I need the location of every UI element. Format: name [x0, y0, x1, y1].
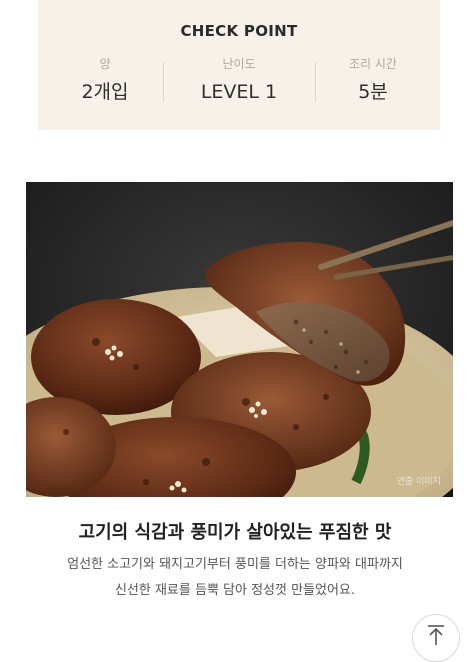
description-line: 엄선한 소고기와 돼지고기부터 풍미를 더하는 양파와 대파까지 — [67, 557, 403, 572]
cook-time-label: 조리 시간 — [349, 57, 397, 71]
check-point-difficulty: 난이도 LEVEL 1 — [172, 56, 306, 104]
arrow-up-to-line-icon — [428, 625, 444, 645]
check-point-cook-time: 조리 시간 5분 — [306, 56, 440, 104]
product-photo: 연출 이미지 — [26, 182, 453, 497]
divider — [163, 62, 164, 102]
photo-caption: 연출 이미지 — [396, 477, 441, 487]
scroll-to-top-button[interactable] — [412, 614, 460, 662]
product-headline: 고기의 식감과 풍미가 살아있는 푸짐한 맛 — [78, 522, 392, 543]
amount-value: 2개입 — [81, 81, 129, 103]
tteokgalbi-illustration — [26, 182, 453, 497]
check-point-panel: CHECK POINT 양 2개입 난이도 LEVEL 1 조리 시간 5분 — [38, 0, 440, 130]
amount-label: 양 — [99, 57, 111, 71]
difficulty-value: LEVEL 1 — [200, 81, 278, 103]
difficulty-label: 난이도 — [222, 57, 256, 71]
product-description: 엄선한 소고기와 돼지고기부터 풍미를 더하는 양파와 대파까지 신선한 재료를… — [0, 552, 470, 604]
description-line: 신선한 재료를 듬뿍 담아 정성껏 만들었어요. — [114, 583, 356, 598]
cook-time-value: 5분 — [358, 81, 388, 103]
check-point-title: CHECK POINT — [180, 22, 298, 40]
check-point-amount: 양 2개입 — [38, 56, 172, 104]
